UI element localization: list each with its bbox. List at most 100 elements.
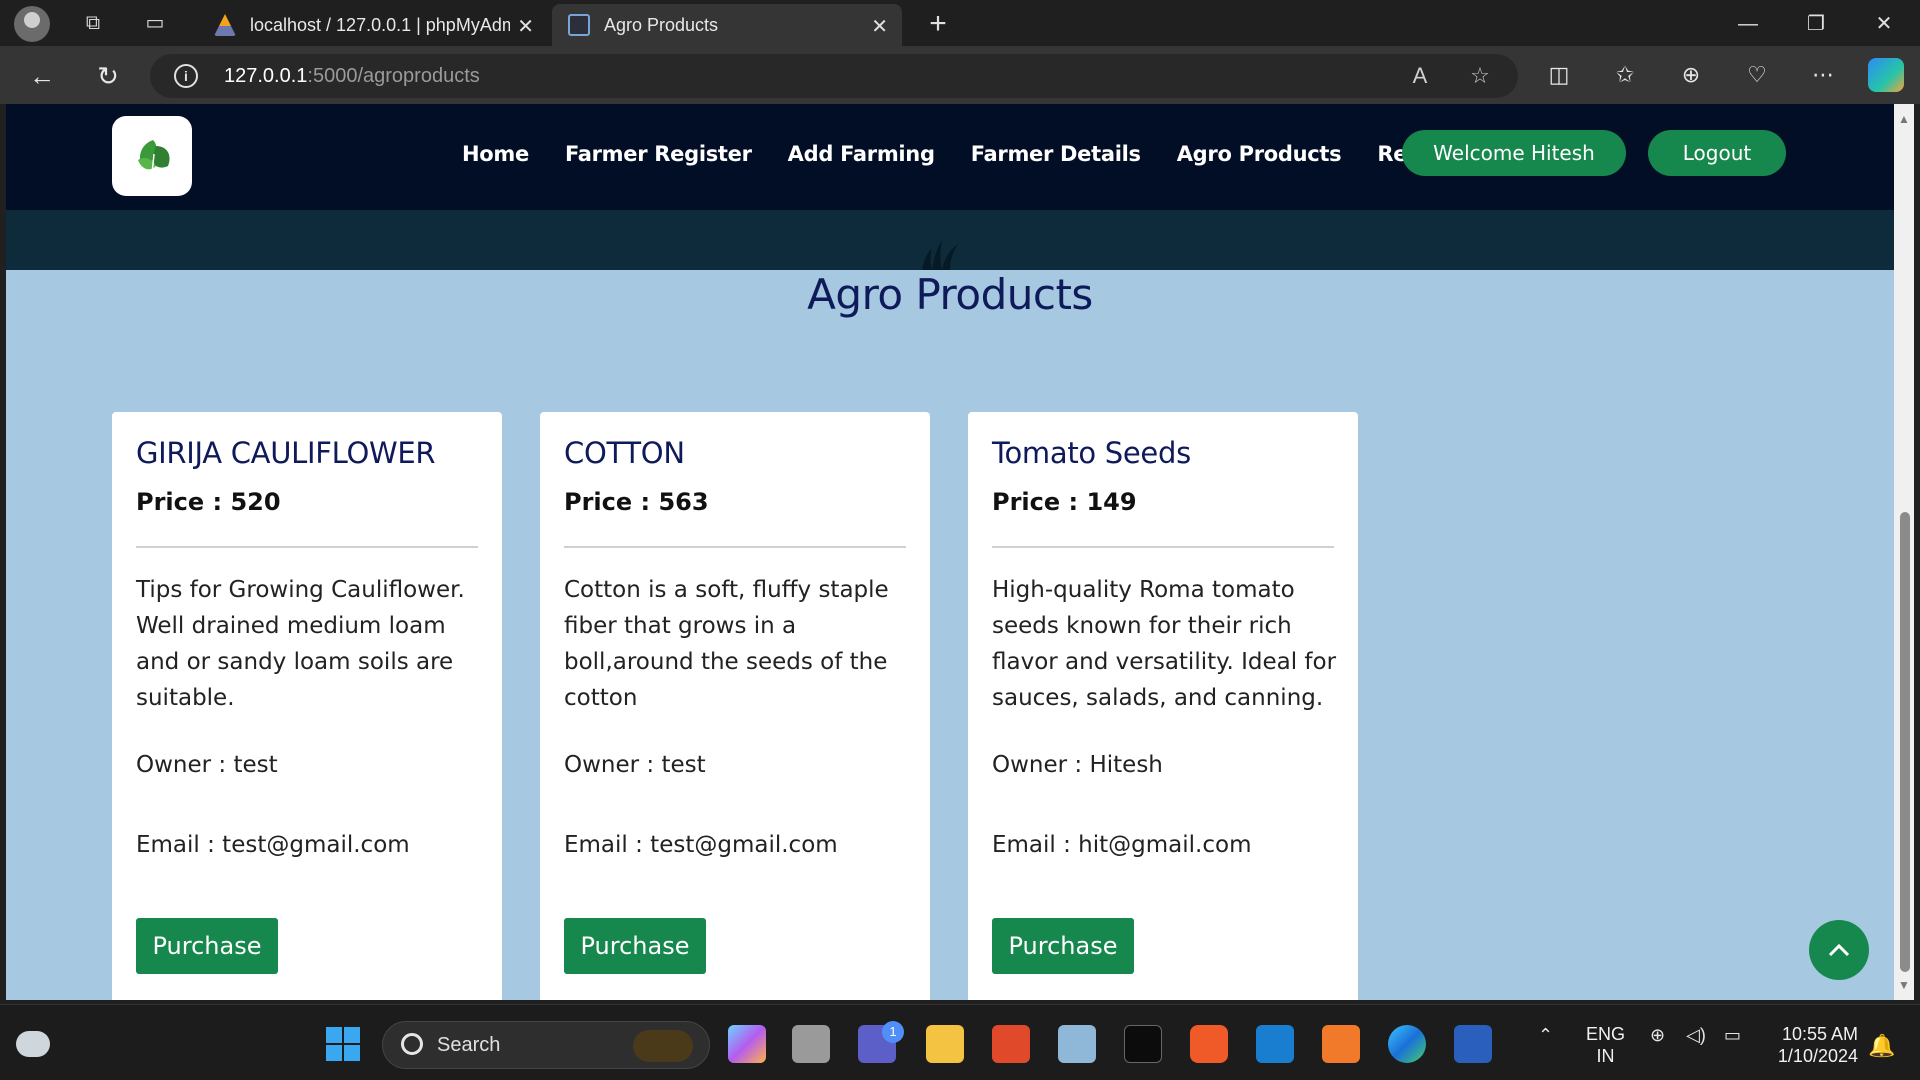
battery-icon[interactable]: ▭ — [1724, 1025, 1741, 1046]
clock-date: 1/10/2024 — [1777, 1046, 1858, 1066]
product-card: Tomato Seeds Price : 149 High-quality Ro… — [968, 412, 1358, 1000]
taskbar-search[interactable]: Search — [382, 1021, 710, 1069]
close-window-icon[interactable]: ✕ — [1854, 4, 1914, 44]
more-menu-icon[interactable]: ⋯ — [1806, 58, 1840, 92]
product-name: COTTON — [564, 436, 685, 470]
scroll-up-icon[interactable]: ▲ — [1898, 112, 1910, 126]
divider — [136, 546, 478, 548]
product-description: Cotton is a soft, fluffy staple fiber th… — [564, 577, 889, 711]
taskbar: Search 1 ⌃ ENG IN ⊕ ◁) ▭ 10:55 AM 1/10/2… — [0, 1004, 1920, 1080]
close-tab-icon[interactable]: ✕ — [871, 14, 888, 39]
vscode-icon[interactable] — [1256, 1025, 1294, 1063]
purchase-button[interactable]: Purchase — [992, 918, 1134, 974]
refresh-icon[interactable]: ↻ — [90, 58, 126, 94]
language-indicator[interactable]: ENG IN — [1586, 1023, 1625, 1067]
divider — [564, 546, 906, 548]
favorite-star-icon[interactable]: ☆ — [1466, 62, 1494, 90]
word-icon[interactable] — [1454, 1025, 1492, 1063]
split-screen-icon[interactable]: ◫ — [1542, 58, 1576, 92]
scroll-down-icon[interactable]: ▼ — [1898, 978, 1910, 992]
start-button[interactable] — [326, 1027, 360, 1061]
tab-title: Agro Products — [604, 14, 719, 35]
product-owner: Owner : test — [564, 752, 706, 778]
minimize-icon[interactable]: — — [1718, 4, 1778, 44]
product-name: GIRIJA CAULIFLOWER — [136, 436, 436, 470]
nav-agro-products[interactable]: Agro Products — [1177, 142, 1342, 166]
product-email: Email : test@gmail.com — [564, 832, 838, 858]
logout-button[interactable]: Logout — [1648, 130, 1786, 176]
welcome-button[interactable]: Welcome Hitesh — [1402, 130, 1626, 176]
site-logo[interactable] — [112, 116, 192, 196]
copilot-icon[interactable] — [1868, 58, 1904, 92]
nav-add-farming[interactable]: Add Farming — [788, 142, 935, 166]
lang-line1: ENG — [1586, 1024, 1626, 1044]
page-scrollbar[interactable]: ▲ ▼ — [1894, 104, 1914, 1000]
copilot-app-icon[interactable] — [728, 1025, 766, 1063]
product-description: Tips for Growing Cauliflower. Well drain… — [136, 577, 465, 711]
browser-titlebar: ⧉ ▭ localhost / 127.0.0.1 | phpMyAdmin ✕… — [0, 0, 1920, 46]
terminal-icon[interactable] — [1124, 1025, 1162, 1063]
search-highlight-icon — [633, 1030, 693, 1062]
url-path: :5000/agroproducts — [307, 65, 480, 87]
product-card: COTTON Price : 563 Cotton is a soft, flu… — [540, 412, 930, 1000]
nav-home[interactable]: Home — [462, 142, 529, 166]
file-explorer-icon[interactable] — [926, 1025, 964, 1063]
scrollbar-thumb[interactable] — [1900, 512, 1910, 972]
teams-badge: 1 — [882, 1021, 904, 1043]
profile-avatar[interactable] — [14, 6, 50, 42]
nav-farmer-register[interactable]: Farmer Register — [565, 142, 752, 166]
xampp-icon[interactable] — [1322, 1025, 1360, 1063]
task-view-icon[interactable] — [792, 1025, 830, 1063]
tab-phpmyadmin[interactable]: localhost / 127.0.0.1 | phpMyAdmin ✕ — [198, 4, 548, 46]
close-tab-icon[interactable]: ✕ — [517, 14, 534, 39]
site-info-icon[interactable]: i — [174, 64, 198, 88]
product-name: Tomato Seeds — [992, 436, 1191, 470]
favorites-icon[interactable]: ✩ — [1608, 58, 1642, 92]
url-host: 127.0.0.1 — [224, 65, 308, 87]
weather-icon[interactable] — [16, 1031, 50, 1057]
collections-icon[interactable]: ⊕ — [1674, 58, 1708, 92]
back-to-top-button[interactable] — [1809, 920, 1869, 980]
back-icon[interactable]: ← — [24, 58, 60, 94]
nav-farmer-details[interactable]: Farmer Details — [971, 142, 1141, 166]
brave-icon[interactable] — [1190, 1025, 1228, 1063]
page-title: Agro Products — [807, 270, 1093, 319]
divider — [992, 546, 1334, 548]
tab-agro-products[interactable]: Agro Products ✕ — [552, 4, 902, 46]
edge-icon[interactable] — [1388, 1025, 1426, 1063]
lang-line2: IN — [1596, 1046, 1615, 1066]
purchase-button[interactable]: Purchase — [564, 918, 706, 974]
leaf-logo-icon — [138, 140, 170, 175]
workspaces-icon[interactable]: ⧉ — [80, 10, 106, 36]
main-nav: Home Farmer Register Add Farming Farmer … — [462, 142, 1471, 166]
product-owner: Owner : Hitesh — [992, 752, 1163, 778]
power-app-icon[interactable] — [992, 1025, 1030, 1063]
search-icon — [401, 1033, 423, 1055]
volume-icon[interactable]: ◁) — [1686, 1025, 1706, 1046]
product-owner: Owner : test — [136, 752, 278, 778]
chevron-up-icon — [1828, 943, 1850, 957]
phpmyadmin-favicon-icon — [214, 14, 236, 36]
purchase-button[interactable]: Purchase — [136, 918, 278, 974]
search-label: Search — [437, 1034, 501, 1056]
tab-actions-icon[interactable]: ▭ — [142, 10, 168, 36]
hero-band — [6, 210, 1894, 270]
product-card: GIRIJA CAULIFLOWER Price : 520 Tips for … — [112, 412, 502, 1000]
performance-icon[interactable]: ♡ — [1740, 58, 1774, 92]
product-price: Price : 520 — [136, 488, 281, 516]
clock[interactable]: 10:55 AM 1/10/2024 — [1768, 1023, 1858, 1067]
url-text[interactable]: 127.0.0.1:5000/agroproducts — [224, 65, 480, 88]
remote-app-icon[interactable] — [1058, 1025, 1096, 1063]
address-bar[interactable]: i 127.0.0.1:5000/agroproducts A ☆ — [150, 54, 1518, 98]
notifications-bell-icon[interactable]: 🔔 — [1868, 1033, 1895, 1059]
page-viewport: Home Farmer Register Add Farming Farmer … — [6, 104, 1894, 1000]
product-price: Price : 563 — [564, 488, 709, 516]
network-icon[interactable]: ⊕ — [1650, 1025, 1665, 1046]
show-hidden-icons-icon[interactable]: ⌃ — [1538, 1025, 1553, 1046]
site-header: Home Farmer Register Add Farming Farmer … — [6, 104, 1894, 210]
tab-title: localhost / 127.0.0.1 | phpMyAdmin — [250, 14, 510, 35]
new-tab-icon[interactable]: + — [920, 6, 956, 42]
read-aloud-icon[interactable]: A — [1406, 62, 1434, 90]
restore-icon[interactable]: ❐ — [1786, 4, 1846, 44]
product-email: Email : test@gmail.com — [136, 832, 410, 858]
